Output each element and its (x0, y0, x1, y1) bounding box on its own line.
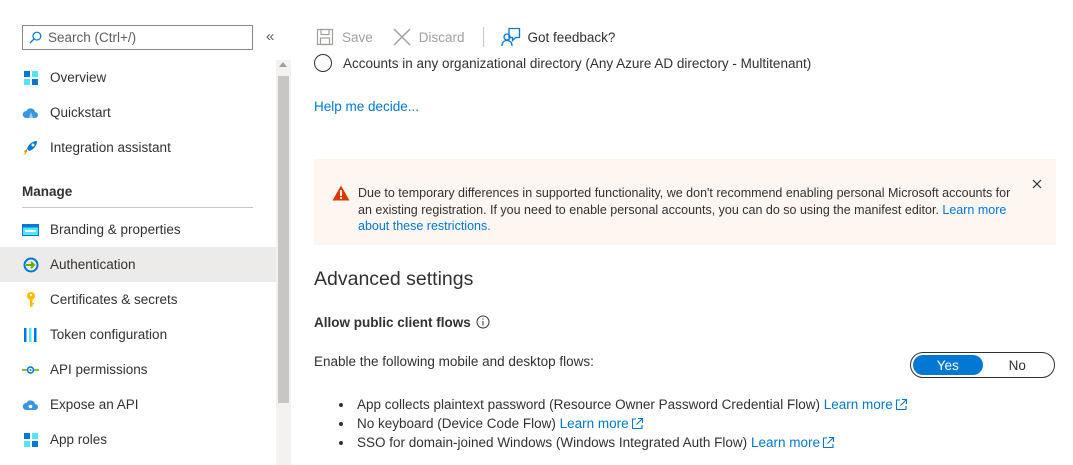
key-icon (22, 291, 39, 308)
branding-icon (22, 221, 39, 238)
learn-more-link[interactable]: Learn more (560, 414, 629, 433)
external-link-icon[interactable] (631, 417, 644, 430)
advanced-settings-heading: Advanced settings (314, 268, 474, 290)
sidebar-item-overview[interactable]: Overview (0, 60, 276, 95)
discard-button[interactable]: Discard (391, 26, 465, 48)
flow-text: SSO for domain-joined Windows (Windows I… (357, 435, 748, 450)
sidebar: « Overview Quickstart Integration assist… (0, 0, 291, 465)
flow-text: No keyboard (Device Code Flow) (357, 416, 556, 431)
radio-label: Accounts in any organizational directory… (343, 55, 812, 71)
section-heading-manage: Manage (22, 184, 73, 199)
toggle-yes-option[interactable]: Yes (913, 355, 983, 375)
sidebar-nav: Overview Quickstart Integration assistan… (0, 60, 276, 457)
token-bars-icon (22, 326, 39, 343)
sidebar-item-label: Expose an API (50, 397, 139, 412)
public-client-flows-heading: Allow public client flows (314, 315, 490, 330)
save-label: Save (342, 29, 373, 45)
warning-text: Due to temporary differences in supporte… (358, 186, 1011, 217)
help-me-decide-link[interactable]: Help me decide... (314, 99, 419, 114)
list-item: No keyboard (Device Code Flow) Learn mor… (339, 414, 908, 433)
sidebar-item-label: Overview (50, 70, 107, 85)
sidebar-item-label: API permissions (50, 362, 148, 377)
public-client-flows-label: Allow public client flows (314, 315, 471, 330)
api-permissions-icon (22, 361, 39, 378)
search-input[interactable] (48, 30, 238, 45)
section-divider (22, 207, 253, 208)
save-button[interactable]: Save (314, 26, 373, 48)
bullet-dot (339, 421, 343, 426)
sidebar-scrollbar[interactable] (276, 60, 291, 465)
sidebar-item-label: Authentication (50, 257, 136, 272)
bullet-dot (339, 402, 343, 407)
sidebar-item-quickstart[interactable]: Quickstart (0, 95, 276, 130)
public-client-flows-toggle[interactable]: Yes No (910, 352, 1055, 378)
feedback-person-icon (500, 26, 522, 48)
sidebar-item-label: Integration assistant (50, 140, 171, 155)
enable-flows-label: Enable the following mobile and desktop … (314, 354, 594, 369)
cloud-api-icon (22, 396, 39, 413)
external-link-icon[interactable] (895, 398, 908, 411)
radio-button[interactable] (314, 54, 332, 72)
discard-label: Discard (418, 29, 465, 45)
sidebar-item-token-configuration[interactable]: Token configuration (0, 317, 276, 352)
bullet-dot (339, 440, 343, 445)
sidebar-item-branding[interactable]: Branding & properties (0, 212, 276, 247)
flows-list: App collects plaintext password (Resourc… (339, 395, 908, 452)
toolbar-separator (482, 27, 484, 47)
sidebar-item-label: Token configuration (50, 327, 168, 342)
sidebar-item-authentication[interactable]: Authentication (0, 247, 276, 282)
scrollbar-thumb[interactable] (278, 76, 289, 403)
flow-text: App collects plaintext password (Resourc… (357, 397, 820, 412)
quickstart-cloud-icon (22, 104, 39, 121)
authentication-icon (22, 256, 39, 273)
learn-more-link[interactable]: Learn more (751, 433, 820, 452)
sidebar-item-api-permissions[interactable]: API permissions (0, 352, 276, 387)
toggle-no-option[interactable]: No (983, 355, 1053, 375)
feedback-label: Got feedback? (527, 29, 616, 45)
feedback-button[interactable]: Got feedback? (500, 26, 616, 48)
command-bar: Save Discard Got feedback? (314, 22, 633, 52)
sidebar-item-label: Branding & properties (50, 222, 181, 237)
sidebar-item-label: Quickstart (50, 105, 111, 120)
collapse-sidebar-button[interactable]: « (266, 28, 274, 46)
learn-more-link[interactable]: Learn more (824, 395, 893, 414)
search-icon (29, 31, 42, 44)
warning-banner: Due to temporary differences in supporte… (314, 159, 1056, 245)
warning-triangle-icon (332, 185, 350, 201)
sidebar-item-label: App roles (50, 432, 108, 447)
save-disk-icon (314, 26, 336, 48)
list-item: App collects plaintext password (Resourc… (339, 395, 908, 414)
account-type-option-multitenant[interactable]: Accounts in any organizational directory… (314, 54, 811, 72)
rocket-icon (22, 139, 39, 156)
scroll-up-arrow-icon[interactable] (279, 62, 287, 67)
sidebar-item-label: Certificates & secrets (50, 292, 178, 307)
sidebar-item-certificates[interactable]: Certificates & secrets (0, 282, 276, 317)
list-item: SSO for domain-joined Windows (Windows I… (339, 433, 908, 452)
sidebar-item-app-roles[interactable]: App roles (0, 422, 276, 457)
external-link-icon[interactable] (822, 436, 835, 449)
app-roles-grid-icon (22, 431, 39, 448)
discard-x-icon (391, 26, 413, 48)
sidebar-item-expose-api[interactable]: Expose an API (0, 387, 276, 422)
search-box[interactable] (22, 25, 253, 50)
sidebar-item-integration-assistant[interactable]: Integration assistant (0, 130, 276, 165)
info-icon[interactable] (476, 315, 490, 329)
close-icon[interactable] (1030, 177, 1044, 191)
overview-grid-icon (22, 69, 39, 86)
warning-message: Due to temporary differences in supporte… (358, 185, 1018, 235)
